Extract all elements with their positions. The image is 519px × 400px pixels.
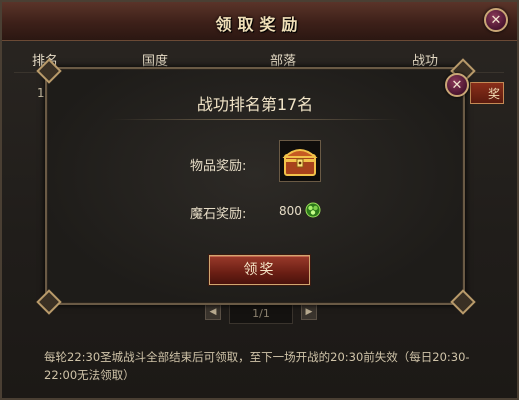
row-claim-button[interactable]: 奖 bbox=[470, 82, 504, 104]
treasure-chest-icon bbox=[282, 149, 318, 176]
title-divider bbox=[110, 119, 400, 120]
green-gem-icon bbox=[305, 202, 321, 218]
item-reward-label: 物品奖励: bbox=[190, 159, 247, 174]
prev-page-button[interactable]: ◀ bbox=[205, 304, 221, 320]
item-reward-slot[interactable] bbox=[279, 140, 321, 182]
title-bar: 领取奖励 bbox=[2, 2, 517, 41]
stone-reward-label: 魔石奖励: bbox=[190, 207, 247, 222]
row-rank-partial: 1 bbox=[37, 86, 45, 100]
next-page-button[interactable]: ▶ bbox=[301, 304, 317, 320]
window-title: 领取奖励 bbox=[215, 15, 304, 34]
claim-notice: 每轮22:30圣城战斗全部结束后可领取，至下一场开战的20:30前失效（每日20… bbox=[44, 350, 470, 382]
claim-reward-button[interactable]: 领奖 bbox=[209, 255, 310, 285]
page-indicator: 1/1 bbox=[229, 304, 293, 324]
close-icon: ✕ bbox=[490, 12, 502, 28]
modal-title: 战功排名第17名 bbox=[196, 95, 314, 114]
window-close-button[interactable]: ✕ bbox=[484, 8, 508, 32]
stone-reward-amount: 800 bbox=[279, 204, 302, 218]
